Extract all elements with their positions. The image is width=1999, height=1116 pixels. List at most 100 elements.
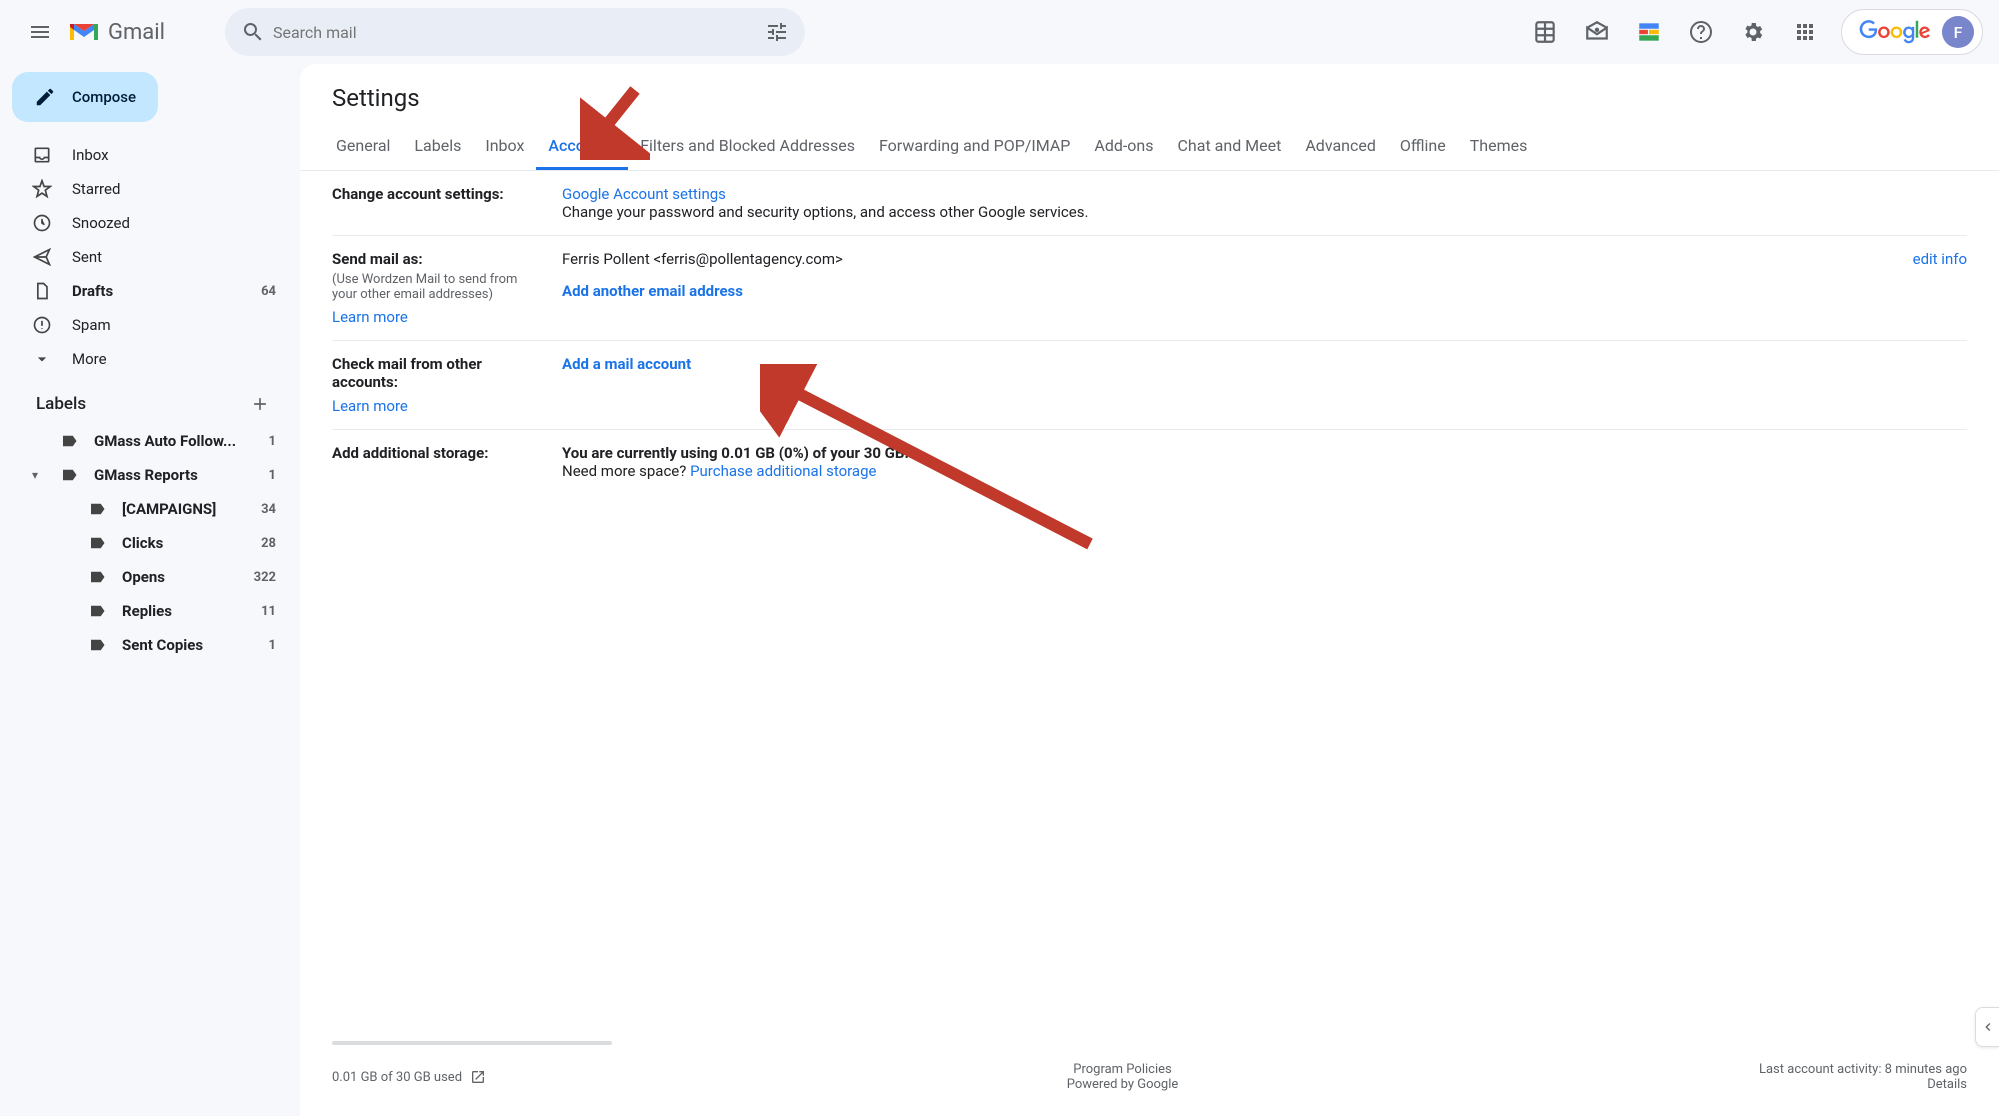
main-menu-button[interactable] — [16, 8, 64, 56]
send-icon — [32, 247, 52, 267]
nav-label: Starred — [72, 180, 256, 198]
tab-chat-and-meet[interactable]: Chat and Meet — [1166, 128, 1294, 170]
storage-row: Add additional storage: You are currentl… — [332, 430, 1967, 494]
program-policies-link[interactable]: Program Policies — [1067, 1062, 1179, 1077]
header: Gmail F — [0, 0, 1999, 64]
search-input[interactable] — [273, 23, 757, 42]
header-right: F — [1521, 8, 1983, 56]
label-tag-icon — [88, 568, 106, 586]
apps-grid-icon — [1793, 20, 1817, 44]
search-bar[interactable] — [225, 8, 805, 56]
gmail-icon — [68, 20, 100, 44]
label-item[interactable]: Sent Copies 1 — [12, 628, 292, 662]
check-mail-row: Check mail from other accounts: Learn mo… — [332, 341, 1967, 430]
label-tag-icon — [60, 432, 78, 450]
label-count: 1 — [269, 638, 276, 653]
nav-item-snoozed[interactable]: Snoozed — [12, 206, 292, 240]
tab-advanced[interactable]: Advanced — [1293, 128, 1388, 170]
send-as-identity: Ferris Pollent <ferris@pollentagency.com… — [562, 250, 843, 268]
add-email-link[interactable]: Add another email address — [562, 282, 743, 300]
sheets-icon — [1532, 19, 1558, 45]
nav-item-more[interactable]: More — [12, 342, 292, 376]
last-activity: Last account activity: 8 minutes ago — [1759, 1062, 1967, 1077]
label-text: Sent Copies — [122, 636, 253, 654]
label-tag-icon — [88, 602, 106, 620]
add-mail-account-link[interactable]: Add a mail account — [562, 355, 691, 373]
addon-gmass-button[interactable] — [1625, 8, 1673, 56]
tab-forwarding-and-pop-imap[interactable]: Forwarding and POP/IMAP — [867, 128, 1082, 170]
external-link-icon[interactable] — [470, 1069, 486, 1085]
gmail-text: Gmail — [108, 20, 165, 45]
tab-general[interactable]: General — [324, 128, 402, 170]
sidebar: Compose Inbox Starred Snoozed Sent Drafts64 S… — [0, 64, 300, 1116]
addon-mail-button[interactable] — [1573, 8, 1621, 56]
caret-icon: ▾ — [32, 468, 44, 482]
send-as-learn-more[interactable]: Learn more — [332, 308, 408, 326]
file-icon — [32, 281, 52, 301]
settings-body: Change account settings: Google Account … — [300, 171, 1999, 1033]
main-layout: Compose InboxStarredSnoozedSentDrafts64S… — [0, 64, 1999, 1116]
change-account-title: Change account settings: — [332, 185, 504, 203]
google-logo-icon — [1858, 20, 1932, 44]
nav-item-spam[interactable]: Spam — [12, 308, 292, 342]
nav-label: More — [72, 350, 256, 368]
side-panel-toggle[interactable] — [1975, 1007, 1999, 1047]
edit-info-link[interactable]: edit info — [1913, 250, 1967, 268]
avatar[interactable]: F — [1942, 16, 1974, 48]
details-link[interactable]: Details — [1759, 1077, 1967, 1092]
tab-offline[interactable]: Offline — [1388, 128, 1458, 170]
pencil-icon — [34, 86, 56, 108]
label-text: [CAMPAIGNS] — [122, 500, 245, 518]
nav-item-drafts[interactable]: Drafts64 — [12, 274, 292, 308]
google-account-settings-link[interactable]: Google Account settings — [562, 185, 726, 203]
tab-labels[interactable]: Labels — [402, 128, 473, 170]
search-options-button[interactable] — [757, 12, 797, 52]
tab-themes[interactable]: Themes — [1458, 128, 1540, 170]
label-text: Opens — [122, 568, 238, 586]
storage-used-text: 0.01 GB of 30 GB used — [332, 1070, 462, 1085]
footer: 0.01 GB of 30 GB used Program Policies P… — [300, 1045, 1999, 1116]
label-text: Replies — [122, 602, 245, 620]
tune-icon — [765, 20, 789, 44]
gear-icon — [1741, 20, 1765, 44]
check-mail-learn-more[interactable]: Learn more — [332, 397, 408, 415]
label-item[interactable]: Replies11 — [12, 594, 292, 628]
label-item[interactable]: [CAMPAIGNS]34 — [12, 492, 292, 526]
label-item[interactable]: Clicks28 — [12, 526, 292, 560]
gmass-addon-icon — [1636, 19, 1662, 45]
nav-item-sent[interactable]: Sent — [12, 240, 292, 274]
nav-count: 64 — [261, 284, 276, 299]
label-count: 28 — [261, 536, 276, 551]
purchase-storage-link[interactable]: Purchase additional storage — [690, 462, 876, 480]
support-button[interactable] — [1677, 8, 1725, 56]
hamburger-icon — [28, 20, 52, 44]
nav-item-inbox[interactable]: Inbox — [12, 138, 292, 172]
check-mail-title: Check mail from other accounts: — [332, 355, 482, 391]
label-item[interactable]: Opens 322 — [12, 560, 292, 594]
label-item[interactable]: ▾GMass Reports1 — [12, 458, 292, 492]
add-label-button[interactable] — [244, 388, 276, 420]
addon-sheets-button[interactable] — [1521, 8, 1569, 56]
tab-accounts[interactable]: Accounts — [536, 128, 628, 170]
apps-button[interactable] — [1781, 8, 1829, 56]
gmail-logo[interactable]: Gmail — [64, 20, 165, 45]
label-tag-icon — [60, 466, 78, 484]
google-account[interactable]: F — [1841, 9, 1983, 55]
storage-need: Need more space? — [562, 462, 690, 480]
tab-filters-and-blocked-addresses[interactable]: Filters and Blocked Addresses — [628, 128, 867, 170]
nav-item-starred[interactable]: Starred — [12, 172, 292, 206]
settings-button[interactable] — [1729, 8, 1777, 56]
tab-add-ons[interactable]: Add-ons — [1082, 128, 1165, 170]
spam-icon — [32, 315, 52, 335]
label-item[interactable]: GMass Auto Follow...1 — [12, 424, 292, 458]
nav-label: Snoozed — [72, 214, 256, 232]
send-mail-as-row: Send mail as: (Use Wordzen Mail to send … — [332, 236, 1967, 341]
nav-label: Sent — [72, 248, 256, 266]
label-count: 322 — [254, 570, 276, 585]
tab-inbox[interactable]: Inbox — [473, 128, 536, 170]
clock-icon — [32, 213, 52, 233]
labels-title: Labels — [36, 394, 86, 414]
compose-button[interactable]: Compose — [12, 72, 158, 122]
nav-label: Spam — [72, 316, 256, 334]
settings-panel: Settings GeneralLabelsInboxAccountsFilte… — [300, 64, 1999, 1116]
